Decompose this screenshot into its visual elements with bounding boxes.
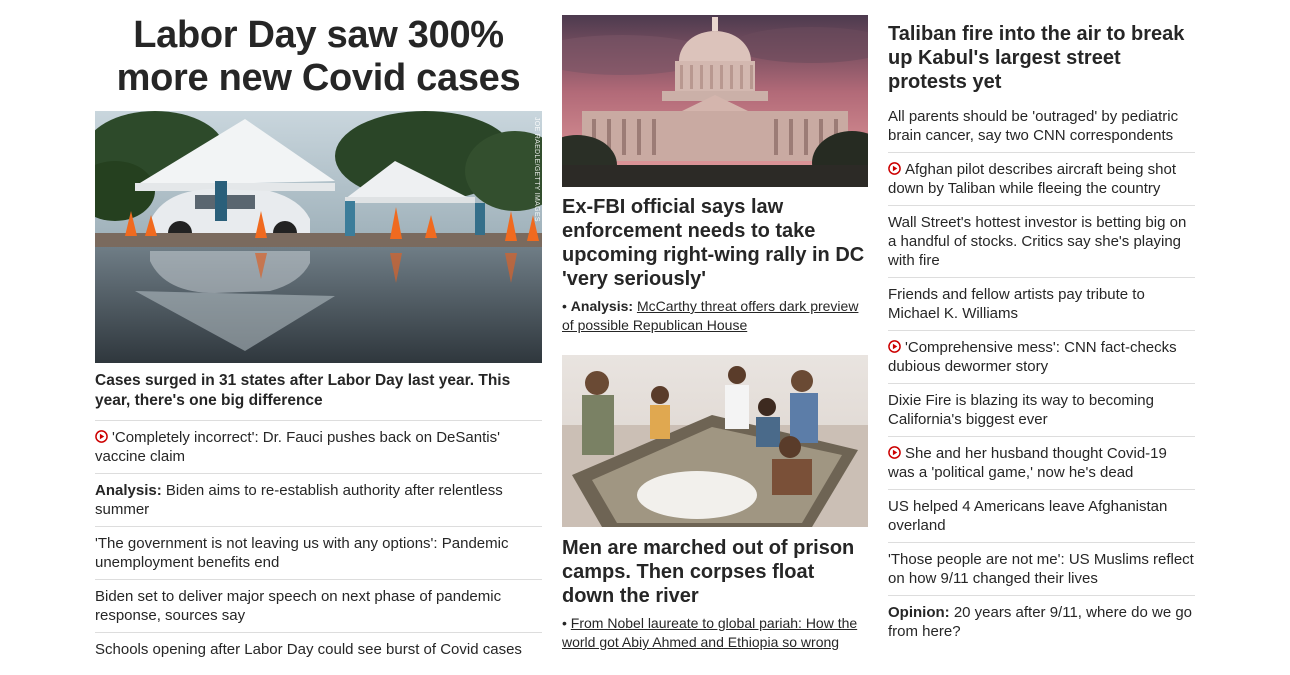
list-item-text: US helped 4 Americans leave Afghanistan … bbox=[888, 498, 1168, 534]
list-item-text: All parents should be 'outraged' by pedi… bbox=[888, 108, 1179, 144]
video-play-icon bbox=[888, 446, 901, 459]
list-item-text: She and her husband thought Covid-19 was… bbox=[888, 445, 1167, 481]
analysis-tag: Analysis: bbox=[570, 298, 634, 314]
list-item[interactable]: Schools opening after Labor Day could se… bbox=[95, 633, 542, 666]
list-item[interactable]: 'The government is not leaving us with a… bbox=[95, 527, 542, 580]
photo-credit: JOE RAEDLE/GETTY IMAGES bbox=[533, 117, 540, 222]
news-page: Labor Day saw 300% more new Covid cases bbox=[0, 0, 1290, 675]
middle-column: Ex-FBI official says law enforcement nee… bbox=[562, 15, 868, 652]
list-item[interactable]: Opinion: 20 years after 9/11, where do w… bbox=[888, 596, 1195, 648]
list-item[interactable]: All parents should be 'outraged' by pedi… bbox=[888, 100, 1195, 153]
list-item[interactable]: Friends and fellow artists pay tribute t… bbox=[888, 278, 1195, 331]
list-item-text: 'Comprehensive mess': CNN fact-checks du… bbox=[888, 339, 1177, 375]
us-capitol-image bbox=[562, 15, 868, 187]
list-item[interactable]: 'Those people are not me': US Muslims re… bbox=[888, 543, 1195, 596]
list-item[interactable]: US helped 4 Americans leave Afghanistan … bbox=[888, 490, 1195, 543]
prison-camps-headline[interactable]: Men are marched out of prison camps. The… bbox=[562, 536, 868, 608]
covid-testing-tent-image bbox=[95, 111, 542, 363]
list-item-text: 'Completely incorrect': Dr. Fauci pushes… bbox=[95, 429, 500, 465]
lead-story-column: Labor Day saw 300% more new Covid cases bbox=[95, 14, 542, 666]
list-item-text: Wall Street's hottest investor is bettin… bbox=[888, 214, 1187, 269]
list-item-text: 'Those people are not me': US Muslims re… bbox=[888, 551, 1194, 587]
list-item[interactable]: 'Comprehensive mess': CNN fact-checks du… bbox=[888, 331, 1195, 384]
taliban-headline[interactable]: Taliban fire into the air to break up Ka… bbox=[888, 22, 1195, 94]
list-item[interactable]: She and her husband thought Covid-19 was… bbox=[888, 437, 1195, 490]
more-stories-list: All parents should be 'outraged' by pedi… bbox=[888, 100, 1195, 648]
list-item[interactable]: 'Completely incorrect': Dr. Fauci pushes… bbox=[95, 421, 542, 474]
boat-photo[interactable] bbox=[562, 355, 868, 527]
list-item-text: Schools opening after Labor Day could se… bbox=[95, 641, 522, 658]
list-item-text: Dixie Fire is blazing its way to becomin… bbox=[888, 392, 1154, 428]
analysis-tag: Analysis: bbox=[95, 482, 162, 499]
lead-story-link[interactable]: Cases surged in 31 states after Labor Da… bbox=[95, 363, 542, 421]
bullet: • bbox=[562, 298, 567, 314]
list-item-text: Afghan pilot describes aircraft being sh… bbox=[888, 161, 1176, 197]
sub-link-text: From Nobel laureate to global pariah: Ho… bbox=[562, 615, 858, 650]
list-item[interactable]: Analysis: Biden aims to re-establish aut… bbox=[95, 474, 542, 527]
right-column: Taliban fire into the air to break up Ka… bbox=[888, 22, 1195, 648]
list-item[interactable]: Wall Street's hottest investor is bettin… bbox=[888, 206, 1195, 278]
video-play-icon bbox=[95, 430, 108, 443]
prison-camps-sub[interactable]: • From Nobel laureate to global pariah: … bbox=[562, 614, 868, 652]
list-item[interactable]: Biden set to deliver major speech on nex… bbox=[95, 580, 542, 633]
list-item[interactable]: Afghan pilot describes aircraft being sh… bbox=[888, 153, 1195, 206]
hero-photo-covid-testing-site[interactable]: JOE RAEDLE/GETTY IMAGES bbox=[95, 111, 542, 363]
list-item-text: Friends and fellow artists pay tribute t… bbox=[888, 286, 1145, 322]
related-stories-list: 'Completely incorrect': Dr. Fauci pushes… bbox=[95, 421, 542, 666]
video-play-icon bbox=[888, 340, 901, 353]
capitol-story-sub[interactable]: • Analysis: McCarthy threat offers dark … bbox=[562, 297, 868, 335]
video-play-icon bbox=[888, 162, 901, 175]
hero-headline[interactable]: Labor Day saw 300% more new Covid cases bbox=[95, 14, 542, 100]
opinion-tag: Opinion: bbox=[888, 604, 950, 621]
list-item[interactable]: Dixie Fire is blazing its way to becomin… bbox=[888, 384, 1195, 437]
capitol-photo[interactable] bbox=[562, 15, 868, 187]
capitol-story-headline[interactable]: Ex-FBI official says law enforcement nee… bbox=[562, 195, 868, 291]
bullet: • bbox=[562, 615, 567, 631]
men-on-boat-image bbox=[562, 355, 868, 527]
list-item-text: 'The government is not leaving us with a… bbox=[95, 535, 509, 571]
list-item-text: Biden set to deliver major speech on nex… bbox=[95, 588, 502, 624]
